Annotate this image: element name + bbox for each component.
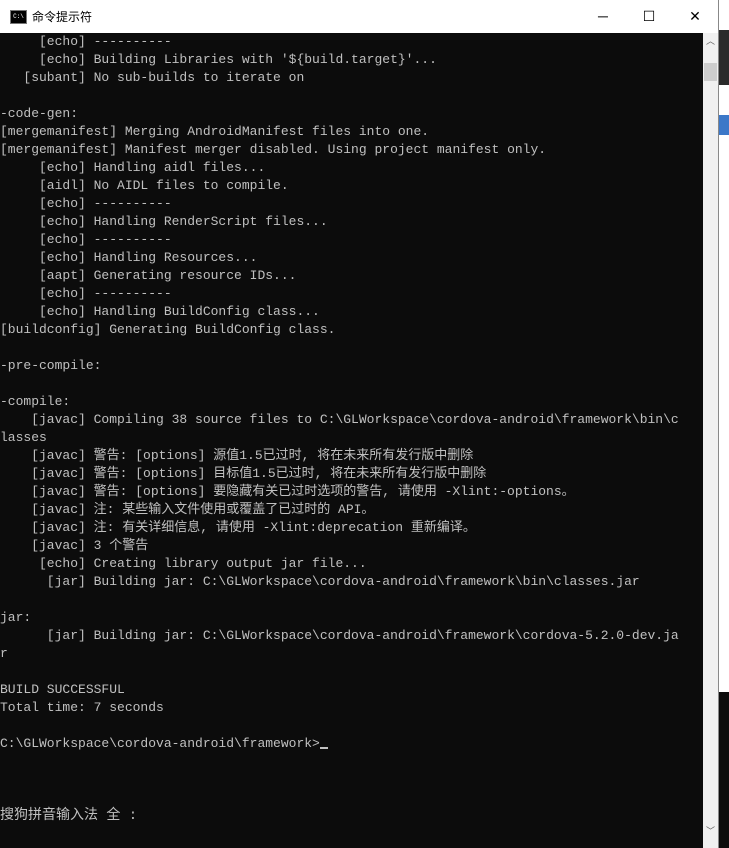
console-line: [jar] Building jar: C:\GLWorkspace\cordo… xyxy=(0,628,679,643)
console-line: [mergemanifest] Manifest merger disabled… xyxy=(0,142,547,157)
maximize-button[interactable]: ☐ xyxy=(626,0,672,32)
console-line: [echo] Handling BuildConfig class... xyxy=(0,304,320,319)
console-line: [javac] 警告: [options] 源值1.5已过时, 将在未来所有发行… xyxy=(0,448,474,463)
console-output[interactable]: [echo] ---------- [echo] Building Librar… xyxy=(0,33,703,848)
text-cursor xyxy=(319,747,328,749)
window-title: 命令提示符 xyxy=(32,10,93,24)
title-bar[interactable]: C:\ 命令提示符 ─ ☐ ✕ xyxy=(0,0,718,32)
scroll-thumb[interactable] xyxy=(704,63,717,81)
minimize-button[interactable]: ─ xyxy=(580,0,626,32)
console-line: [javac] 注: 有关详细信息, 请使用 -Xlint:deprecatio… xyxy=(0,520,476,535)
console-line: [echo] Building Libraries with '${build.… xyxy=(0,52,437,67)
prompt-line[interactable]: C:\GLWorkspace\cordova-android\framework… xyxy=(0,735,703,753)
console-line: [javac] Compiling 38 source files to C:\… xyxy=(0,412,679,427)
cmd-icon: C:\ xyxy=(10,10,27,24)
cmd-window: C:\ 命令提示符 ─ ☐ ✕ [echo] ---------- [echo]… xyxy=(0,0,719,848)
console-line: [javac] 3 个警告 xyxy=(0,538,149,553)
console-line: [subant] No sub-builds to iterate on xyxy=(0,70,305,85)
console-text: [echo] ---------- [echo] Building Librar… xyxy=(0,33,703,735)
close-button[interactable]: ✕ xyxy=(672,0,718,32)
console-line: [echo] Handling Resources... xyxy=(0,250,258,265)
prompt: C:\GLWorkspace\cordova-android\framework… xyxy=(0,736,320,751)
console-line: [echo] ---------- xyxy=(0,34,172,49)
console-line: [echo] ---------- xyxy=(0,232,172,247)
console-line: [buildconfig] Generating BuildConfig cla… xyxy=(0,322,336,337)
ime-status: 搜狗拼音输入法 全 : xyxy=(0,808,138,824)
console-line: [jar] Building jar: C:\GLWorkspace\cordo… xyxy=(0,574,640,589)
scroll-up-icon[interactable]: ︿ xyxy=(703,33,718,50)
console-line: -pre-compile: xyxy=(0,358,102,373)
console-line: [aapt] Generating resource IDs... xyxy=(0,268,297,283)
console-line: [javac] 警告: [options] 目标值1.5已过时, 将在未来所有发… xyxy=(0,466,487,481)
console-line: [echo] Creating library output jar file.… xyxy=(0,556,367,571)
console-line: -compile: xyxy=(0,394,71,409)
console-line: BUILD SUCCESSFUL xyxy=(0,682,125,697)
console-line: [javac] 注: 某些输入文件使用或覆盖了已过时的 API。 xyxy=(0,502,375,517)
console-line: Total time: 7 seconds xyxy=(0,700,164,715)
console-line: [javac] 警告: [options] 要隐藏有关已过时选项的警告, 请使用… xyxy=(0,484,575,499)
console-line: lasses xyxy=(0,430,47,445)
background-window-bar xyxy=(719,115,729,135)
console-line: [echo] ---------- xyxy=(0,196,172,211)
background-window-header xyxy=(719,30,729,85)
console-line: [mergemanifest] Merging AndroidManifest … xyxy=(0,124,430,139)
console-line: jar: xyxy=(0,610,32,625)
background-window[interactable] xyxy=(719,0,729,848)
console-line: [echo] Handling RenderScript files... xyxy=(0,214,328,229)
console-line: [echo] ---------- xyxy=(0,286,172,301)
background-window-footer xyxy=(719,692,729,848)
console-line: r xyxy=(0,646,8,661)
console-line: [echo] Handling aidl files... xyxy=(0,160,266,175)
console-line: [aidl] No AIDL files to compile. xyxy=(0,178,289,193)
vertical-scrollbar[interactable]: ︿ ﹀ xyxy=(703,33,718,848)
scroll-down-icon[interactable]: ﹀ xyxy=(703,823,718,840)
console-line: -code-gen: xyxy=(0,106,79,121)
